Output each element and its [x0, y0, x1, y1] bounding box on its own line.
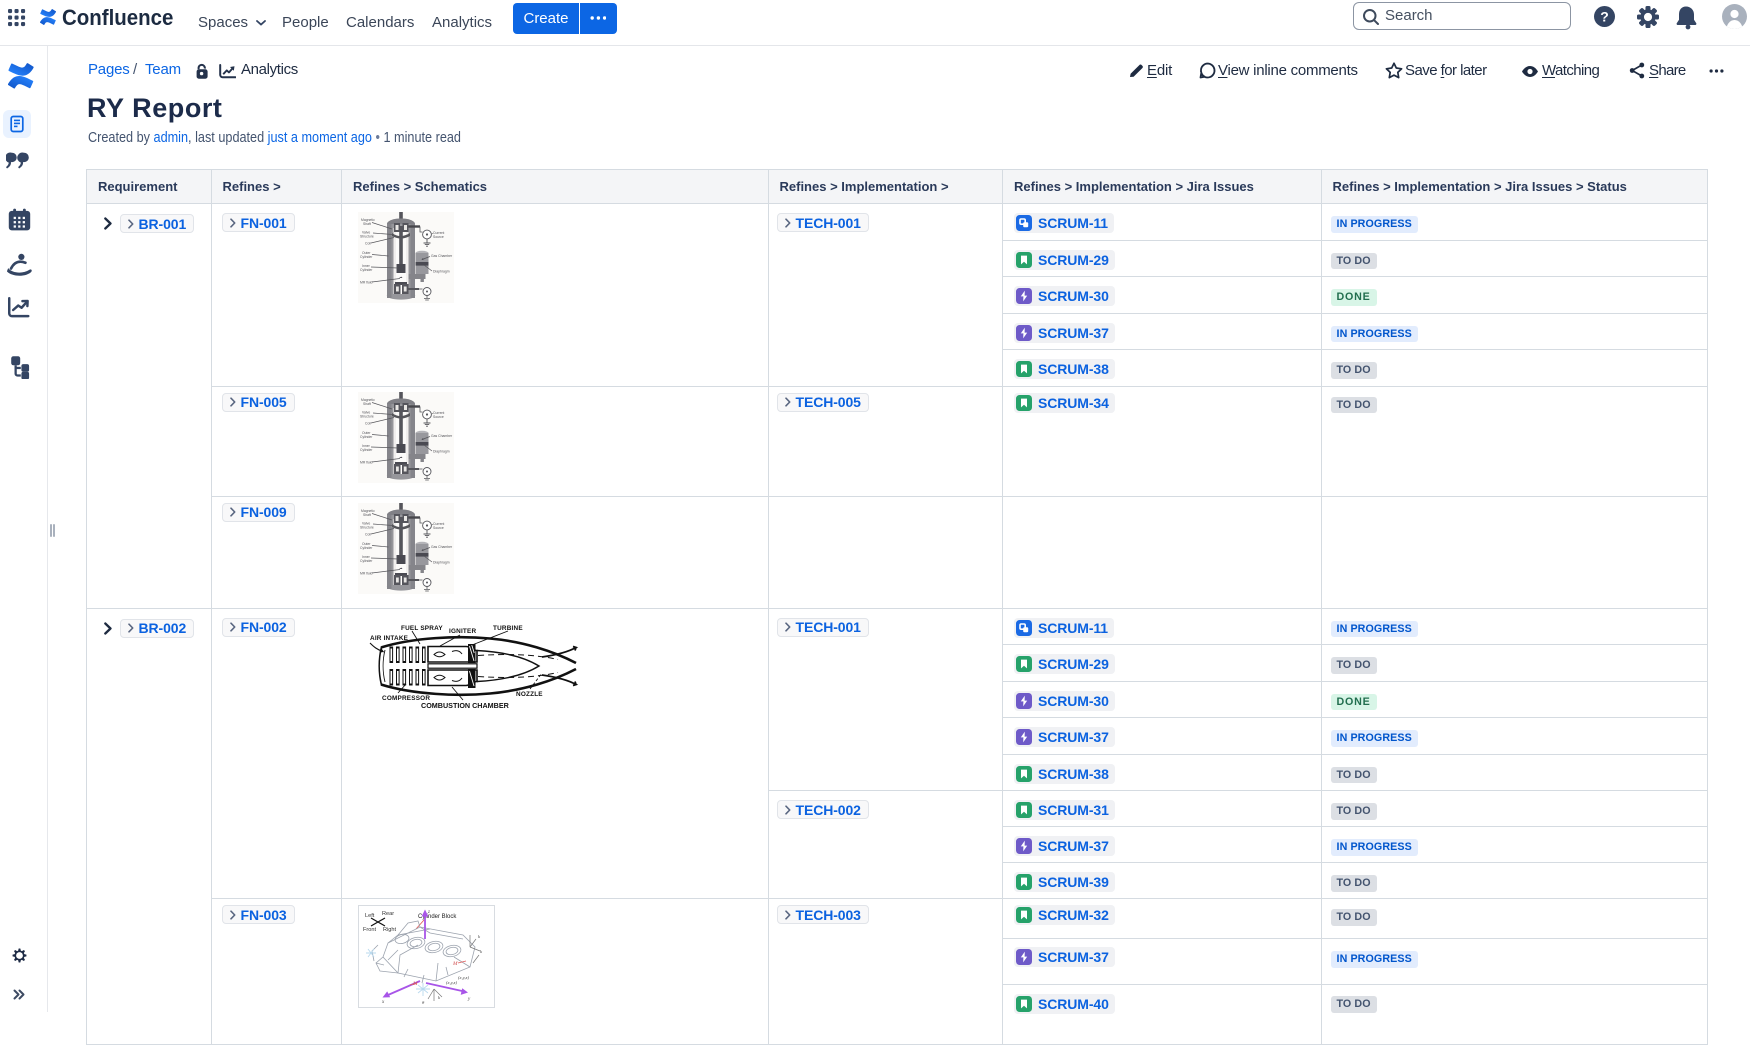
svg-text:Shaft: Shaft: [363, 222, 371, 226]
svg-text:Gas Chamber: Gas Chamber: [431, 545, 453, 549]
svg-text:Front: Front: [363, 927, 377, 933]
svg-text:Coil: Coil: [365, 532, 371, 536]
svg-text:Diaphragm: Diaphragm: [433, 449, 450, 453]
svg-text:Gas Chamber: Gas Chamber: [431, 434, 453, 438]
svg-text:Source: Source: [433, 235, 444, 239]
svg-text:M: M: [452, 961, 458, 967]
svg-text:FUEL SPRAY: FUEL SPRAY: [401, 625, 443, 632]
svg-text:IGNITER: IGNITER: [449, 628, 477, 635]
svg-text:Structure: Structure: [360, 414, 374, 418]
svg-text:Cylinder: Cylinder: [360, 559, 373, 563]
svg-text:MR fluid: MR fluid: [360, 460, 373, 464]
svg-text:Structure: Structure: [360, 525, 374, 529]
svg-text:Gas Chamber: Gas Chamber: [431, 254, 453, 258]
svg-text:Right: Right: [383, 927, 397, 933]
svg-text:Cylinder: Cylinder: [360, 448, 373, 452]
svg-text:Shaft: Shaft: [363, 513, 371, 517]
svg-text:Source: Source: [433, 415, 444, 419]
svg-text:MR fluid: MR fluid: [360, 281, 373, 285]
svg-text:MR fluid: MR fluid: [360, 571, 373, 575]
svg-text:NOZZLE: NOZZLE: [516, 691, 543, 698]
svg-text:Left: Left: [365, 913, 375, 919]
svg-text:Source: Source: [433, 526, 444, 530]
svg-text:Coil: Coil: [365, 242, 371, 246]
svg-text:?: ?: [1600, 9, 1609, 25]
svg-text:z: z: [427, 910, 430, 915]
svg-text:Cylinder: Cylinder: [360, 435, 373, 439]
svg-text:Shaft: Shaft: [363, 402, 371, 406]
svg-text:Diaphragm: Diaphragm: [433, 560, 450, 564]
svg-text:Cylinder: Cylinder: [360, 546, 373, 550]
svg-text:Coil: Coil: [365, 421, 371, 425]
svg-text:Rear: Rear: [382, 911, 394, 917]
svg-text:Structure: Structure: [360, 235, 374, 239]
svg-text:TURBINE: TURBINE: [493, 625, 523, 632]
svg-text:Cylinder: Cylinder: [360, 268, 373, 272]
svg-text:Cylinder: Cylinder: [360, 255, 373, 259]
svg-text:COMBUSTION CHAMBER: COMBUSTION CHAMBER: [421, 701, 510, 710]
svg-text:Diaphragm: Diaphragm: [433, 270, 450, 274]
